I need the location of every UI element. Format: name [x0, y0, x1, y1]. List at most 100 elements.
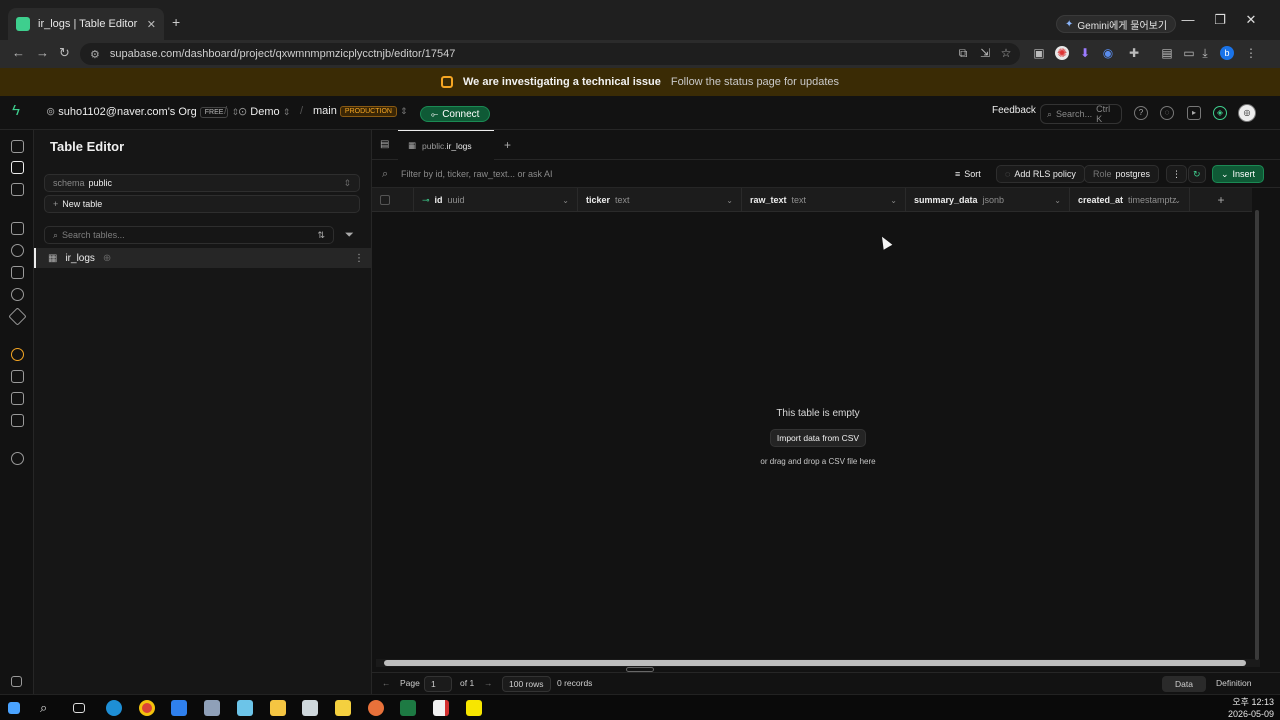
column-header-ticker[interactable]: ticker text ⌄ — [578, 188, 742, 212]
storage-icon[interactable] — [11, 266, 24, 279]
browser-tab[interactable]: ir_logs | Table Editor | Demo | ✕ — [8, 8, 164, 40]
translate-icon[interactable]: ⧉ — [956, 46, 970, 60]
terminal-icon[interactable]: ▸ — [1187, 106, 1201, 120]
add-rls-policy-button[interactable]: ◌ Add RLS policy — [996, 165, 1085, 183]
refresh-button[interactable]: ↻ — [1188, 165, 1206, 183]
search-icon[interactable]: ⌕ — [40, 700, 56, 716]
pdf-icon[interactable] — [433, 700, 449, 716]
column-header-raw-text[interactable]: raw_text text ⌄ — [742, 188, 906, 212]
extension-blue-icon[interactable]: ◉ — [1101, 46, 1115, 60]
role-selector[interactable]: Role postgres — [1084, 165, 1160, 183]
windows-start-icon[interactable] — [8, 702, 20, 714]
connect-button[interactable]: ⟜ Connect — [420, 106, 491, 122]
database-icon[interactable] — [11, 222, 24, 235]
data-view-tab[interactable]: Data — [1162, 676, 1206, 692]
logs-icon[interactable] — [11, 392, 24, 405]
select-all-checkbox[interactable] — [380, 195, 390, 205]
toggle-panel-icon[interactable]: ▤ — [380, 139, 389, 150]
definition-view-tab[interactable]: Definition — [1216, 678, 1251, 688]
sort-button[interactable]: ≡ Sort — [946, 165, 990, 183]
banner-subtitle[interactable]: Follow the status page for updates — [671, 76, 839, 88]
import-csv-button[interactable]: Import data from CSV — [770, 429, 866, 447]
branch-selector[interactable]: main PRODUCTION ⇕ — [313, 105, 408, 117]
project-selector[interactable]: ⊙ Demo ⇕ — [238, 105, 290, 118]
table-search-input[interactable]: ⌕ Search tables... ⇅ — [44, 226, 334, 244]
insert-button[interactable]: ⌄ Insert — [1212, 165, 1265, 183]
new-table-button[interactable]: + New table — [44, 195, 360, 213]
install-icon[interactable]: ⇲ — [978, 46, 992, 60]
file-explorer-icon[interactable] — [270, 700, 286, 716]
org-selector[interactable]: ⊚ suho1102@naver.com's Org FREE ⇕ — [46, 105, 239, 118]
realtime-icon[interactable] — [8, 307, 27, 326]
sort-order-icon[interactable]: ⇅ — [317, 230, 325, 241]
edge-functions-icon[interactable] — [11, 288, 24, 301]
app-icon[interactable] — [204, 700, 220, 716]
bookmark-star-icon[interactable]: ☆ — [999, 46, 1013, 60]
user-avatar[interactable]: ◎ — [1238, 104, 1256, 122]
integrations-icon[interactable] — [11, 414, 24, 427]
page-input[interactable]: 1 — [424, 676, 452, 692]
new-tab-button[interactable]: + — [172, 14, 180, 30]
table-editor-icon[interactable] — [11, 161, 24, 174]
chrome-icon[interactable] — [139, 700, 155, 716]
table-list-item[interactable]: ▦ ir_logs ⊕ ⋮ — [34, 248, 372, 268]
edge-icon[interactable] — [106, 700, 122, 716]
editor-tab-ir-logs[interactable]: ▦ public.ir_logs — [398, 130, 494, 160]
forward-icon[interactable]: → — [36, 45, 49, 60]
add-tab-icon[interactable]: + — [504, 138, 511, 152]
side-panel-icon[interactable]: ▤ — [1160, 46, 1174, 60]
table-menu-icon[interactable]: ⋮ — [354, 253, 364, 264]
chevron-down-icon[interactable]: ⌄ — [890, 196, 897, 205]
system-clock[interactable]: 오후 12:13 2026-05-09 — [1228, 696, 1274, 720]
help-icon[interactable]: ? — [1134, 106, 1148, 120]
extension-purple-icon[interactable]: ⬇ — [1078, 46, 1092, 60]
collapse-sidebar-icon[interactable] — [11, 676, 22, 687]
filter-input[interactable]: Filter by id, ticker, raw_text... or ask… — [401, 169, 553, 179]
downloads-icon[interactable]: ⤓ — [1198, 46, 1212, 60]
schema-selector[interactable]: schema public ⇕ — [44, 174, 360, 192]
app-icon[interactable] — [302, 700, 318, 716]
site-info-icon[interactable]: ⚙ — [90, 48, 100, 61]
auth-icon[interactable] — [11, 244, 24, 257]
chevron-down-icon[interactable]: ⌄ — [562, 196, 569, 205]
status-banner[interactable]: We are investigating a technical issue F… — [0, 68, 1280, 96]
scrollbar-thumb[interactable] — [384, 660, 1246, 666]
camera-icon[interactable]: ▣ — [1032, 46, 1046, 60]
back-icon[interactable]: ← — [12, 45, 25, 60]
filter-icon[interactable]: ⏷ — [345, 229, 354, 242]
browser-menu-icon[interactable]: ⋮ — [1244, 46, 1258, 60]
url-input[interactable]: ⚙ supabase.com/dashboard/project/qxwmnmp… — [80, 43, 1020, 65]
home-icon[interactable] — [11, 140, 24, 153]
settings-icon[interactable] — [11, 452, 24, 465]
chevron-down-icon[interactable]: ⌄ — [1174, 196, 1181, 205]
profile-avatar[interactable]: b — [1220, 46, 1234, 60]
header-search-input[interactable]: ⌕ Search... Ctrl K — [1040, 104, 1122, 124]
minimize-icon[interactable]: — — [1180, 12, 1196, 27]
feedback-button[interactable]: Feedback — [992, 105, 1036, 116]
sticky-notes-icon[interactable] — [335, 700, 351, 716]
sql-editor-icon[interactable] — [11, 183, 24, 196]
excel-icon[interactable] — [400, 700, 416, 716]
more-options-button[interactable]: ⋮ — [1166, 165, 1187, 183]
extension-red-icon[interactable]: ✺ — [1055, 46, 1069, 60]
extensions-puzzle-icon[interactable]: ✚ — [1127, 46, 1141, 60]
next-page-icon[interactable]: → — [484, 678, 493, 688]
add-column-button[interactable]: + — [1190, 188, 1252, 212]
advisors-icon[interactable] — [11, 348, 24, 361]
panel-drag-handle[interactable] — [626, 667, 654, 672]
reports-icon[interactable] — [11, 370, 24, 383]
kakaotalk-icon[interactable] — [466, 700, 482, 716]
supabase-logo-icon[interactable]: ϟ — [12, 102, 20, 119]
maximize-icon[interactable]: ❐ — [1212, 12, 1228, 28]
reload-icon[interactable]: ↻ — [59, 45, 70, 61]
task-view-icon[interactable] — [73, 703, 85, 713]
gemini-button[interactable]: ✦ Gemini에게 물어보기 — [1056, 15, 1177, 33]
chevron-down-icon[interactable]: ⌄ — [726, 196, 733, 205]
column-header-created-at[interactable]: created_at timestamptz ⌄ — [1070, 188, 1190, 212]
chevron-down-icon[interactable]: ⌄ — [1054, 196, 1061, 205]
app-icon[interactable] — [237, 700, 253, 716]
app-icon[interactable] — [368, 700, 384, 716]
vertical-scrollbar[interactable] — [1255, 210, 1259, 660]
tips-bulb-icon[interactable]: ◌ — [1160, 106, 1174, 120]
horizontal-scrollbar[interactable] — [376, 659, 1260, 667]
